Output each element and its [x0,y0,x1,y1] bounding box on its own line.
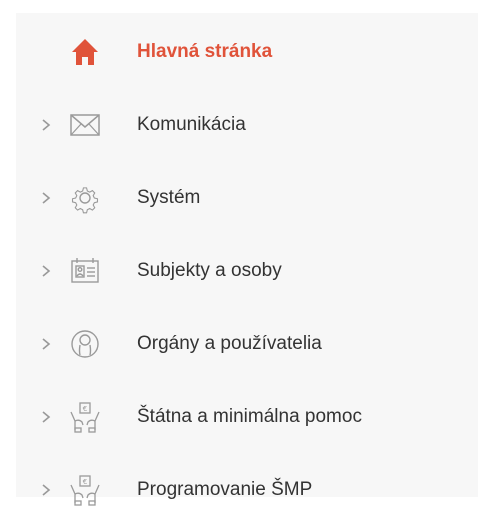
sidebar-item-statna-pomoc[interactable]: € Štátna a minimálna pomoc [16,389,478,445]
chevron-right-icon[interactable] [40,190,52,206]
chevron-right-icon[interactable] [40,482,52,498]
assistance-icon: € [70,402,100,433]
sidebar-item-label: Komunikácia [137,114,246,135]
sidebar-item-system[interactable]: Systém [16,170,478,226]
sidebar-item-programovanie[interactable]: € Programovanie ŠMP [16,462,478,518]
sidebar-item-home[interactable]: Hlavná stránka [16,24,478,80]
chevron-right-icon[interactable] [40,409,52,425]
id-card-icon [71,258,99,283]
sidebar-item-komunikacia[interactable]: Komunikácia [16,97,478,153]
home-icon [72,39,98,65]
sidebar-item-organy[interactable]: Orgány a používatelia [16,316,478,372]
envelope-icon [70,114,100,136]
sidebar-item-label: Systém [137,187,201,208]
sidebar-item-label: Štátna a minimálna pomoc [137,406,362,427]
user-circle-icon [71,330,99,358]
chevron-right-icon[interactable] [40,336,52,352]
svg-text:€: € [83,405,87,413]
chevron-right-icon[interactable] [40,117,52,133]
sidebar-panel: Hlavná stránka Komunikácia Systém Subjek… [16,13,478,506]
chevron-right-icon[interactable] [40,263,52,279]
sidebar-item-subjekty[interactable]: Subjekty a osoby [16,243,478,299]
sidebar-item-label: Orgány a používatelia [137,333,322,354]
svg-text:€: € [83,478,87,486]
assistance-icon: € [70,475,100,506]
sidebar-item-label: Programovanie ŠMP [137,479,313,500]
gear-icon [71,187,99,214]
sidebar-item-label: Hlavná stránka [137,41,273,62]
sidebar-item-label: Subjekty a osoby [137,260,282,281]
